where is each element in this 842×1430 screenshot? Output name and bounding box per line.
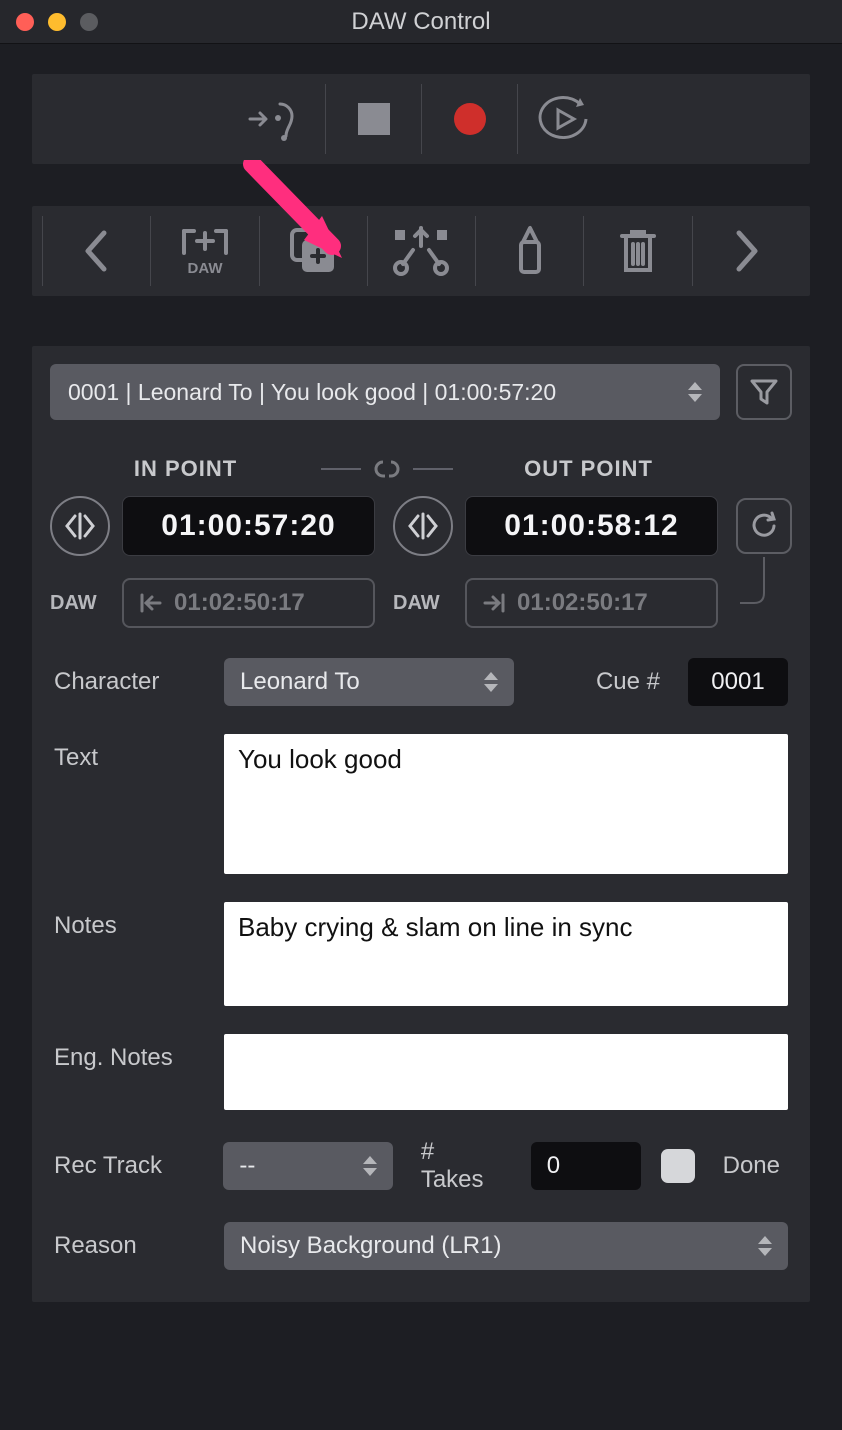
out-point-label: OUT POINT — [453, 456, 724, 482]
listen-button[interactable] — [229, 84, 325, 154]
prev-cue-button[interactable] — [42, 216, 150, 286]
cue-selector-label: 0001 | Leonard To | You look good | 01:0… — [68, 379, 556, 406]
transport-toolbar — [32, 74, 810, 164]
loop-play-button[interactable] — [517, 84, 613, 154]
split-cut-icon — [391, 224, 451, 278]
zoom-window-button[interactable] — [80, 13, 98, 31]
character-label: Character — [54, 658, 204, 696]
eng-notes-label: Eng. Notes — [54, 1034, 204, 1072]
points-header: IN POINT OUT POINT — [50, 456, 792, 482]
out-timecode[interactable]: 01:00:58:12 — [465, 496, 718, 556]
cue-selector[interactable]: 0001 | Leonard To | You look good | 01:0… — [50, 364, 720, 420]
daw-out-label: DAW — [393, 592, 453, 615]
edit-toolbar: DAW — [32, 206, 810, 296]
chevron-right-icon — [731, 229, 761, 273]
go-to-end-icon — [481, 592, 507, 614]
loop-play-icon — [538, 94, 594, 144]
add-to-daw-icon: DAW — [178, 223, 232, 279]
text-field[interactable] — [224, 734, 788, 874]
next-cue-button[interactable] — [692, 216, 800, 286]
daw-in-timecode[interactable]: 01:02:50:17 — [122, 578, 375, 628]
record-icon — [450, 99, 490, 139]
nudge-icon — [63, 512, 97, 540]
glue-icon — [513, 224, 547, 278]
add-to-daw-button[interactable]: DAW — [150, 216, 258, 286]
stop-icon — [354, 99, 394, 139]
rec-track-label: Rec Track — [54, 1152, 203, 1180]
listen-icon — [248, 96, 306, 142]
daw-in-label: DAW — [50, 592, 110, 615]
in-point-label: IN POINT — [50, 456, 321, 482]
in-timecode[interactable]: 01:00:57:20 — [122, 496, 375, 556]
takes-field[interactable]: 0 — [531, 1142, 641, 1190]
titlebar: DAW Control — [0, 0, 842, 44]
done-label: Done — [715, 1152, 788, 1180]
stepper-icon — [363, 1156, 381, 1176]
window-controls — [16, 13, 98, 31]
filter-button[interactable] — [736, 364, 792, 420]
rec-track-select[interactable]: -- — [223, 1142, 392, 1190]
chevron-left-icon — [82, 229, 112, 273]
out-nudge-button[interactable] — [393, 496, 453, 556]
eng-notes-field[interactable] — [224, 1034, 788, 1110]
go-to-start-icon — [138, 592, 164, 614]
character-select[interactable]: Leonard To — [224, 658, 514, 706]
link-indicator — [321, 458, 453, 480]
svg-text:DAW: DAW — [187, 260, 223, 277]
glue-cue-button[interactable] — [475, 216, 583, 286]
text-label: Text — [54, 734, 204, 772]
notes-label: Notes — [54, 902, 204, 940]
record-button[interactable] — [421, 84, 517, 154]
close-window-button[interactable] — [16, 13, 34, 31]
cue-form: Character Leonard To Cue # 0001 Text Not… — [50, 658, 792, 1270]
refresh-icon — [748, 510, 780, 542]
delete-cue-button[interactable] — [583, 216, 691, 286]
cue-panel: 0001 | Leonard To | You look good | 01:0… — [32, 346, 810, 1302]
refresh-connector — [736, 557, 792, 607]
minimize-window-button[interactable] — [48, 13, 66, 31]
cue-number-label: Cue # — [588, 668, 668, 696]
link-icon — [369, 458, 405, 480]
split-cue-button[interactable] — [367, 216, 475, 286]
in-nudge-button[interactable] — [50, 496, 110, 556]
daw-out-timecode[interactable]: 01:02:50:17 — [465, 578, 718, 628]
stepper-icon — [484, 672, 502, 692]
trash-icon — [616, 226, 660, 276]
done-checkbox[interactable] — [661, 1149, 695, 1183]
window-title: DAW Control — [0, 8, 842, 36]
funnel-icon — [749, 377, 779, 407]
reason-select[interactable]: Noisy Background (LR1) — [224, 1222, 788, 1270]
stop-button[interactable] — [325, 84, 421, 154]
duplicate-cue-button[interactable] — [259, 216, 367, 286]
notes-field[interactable] — [224, 902, 788, 1006]
nudge-icon — [406, 512, 440, 540]
stepper-icon — [758, 1236, 776, 1256]
duplicate-icon — [288, 226, 338, 276]
cue-number-field[interactable]: 0001 — [688, 658, 788, 706]
reason-label: Reason — [54, 1232, 204, 1260]
stepper-icon — [688, 382, 706, 402]
refresh-timecodes-button[interactable] — [736, 498, 792, 554]
takes-label: # Takes — [413, 1138, 511, 1194]
